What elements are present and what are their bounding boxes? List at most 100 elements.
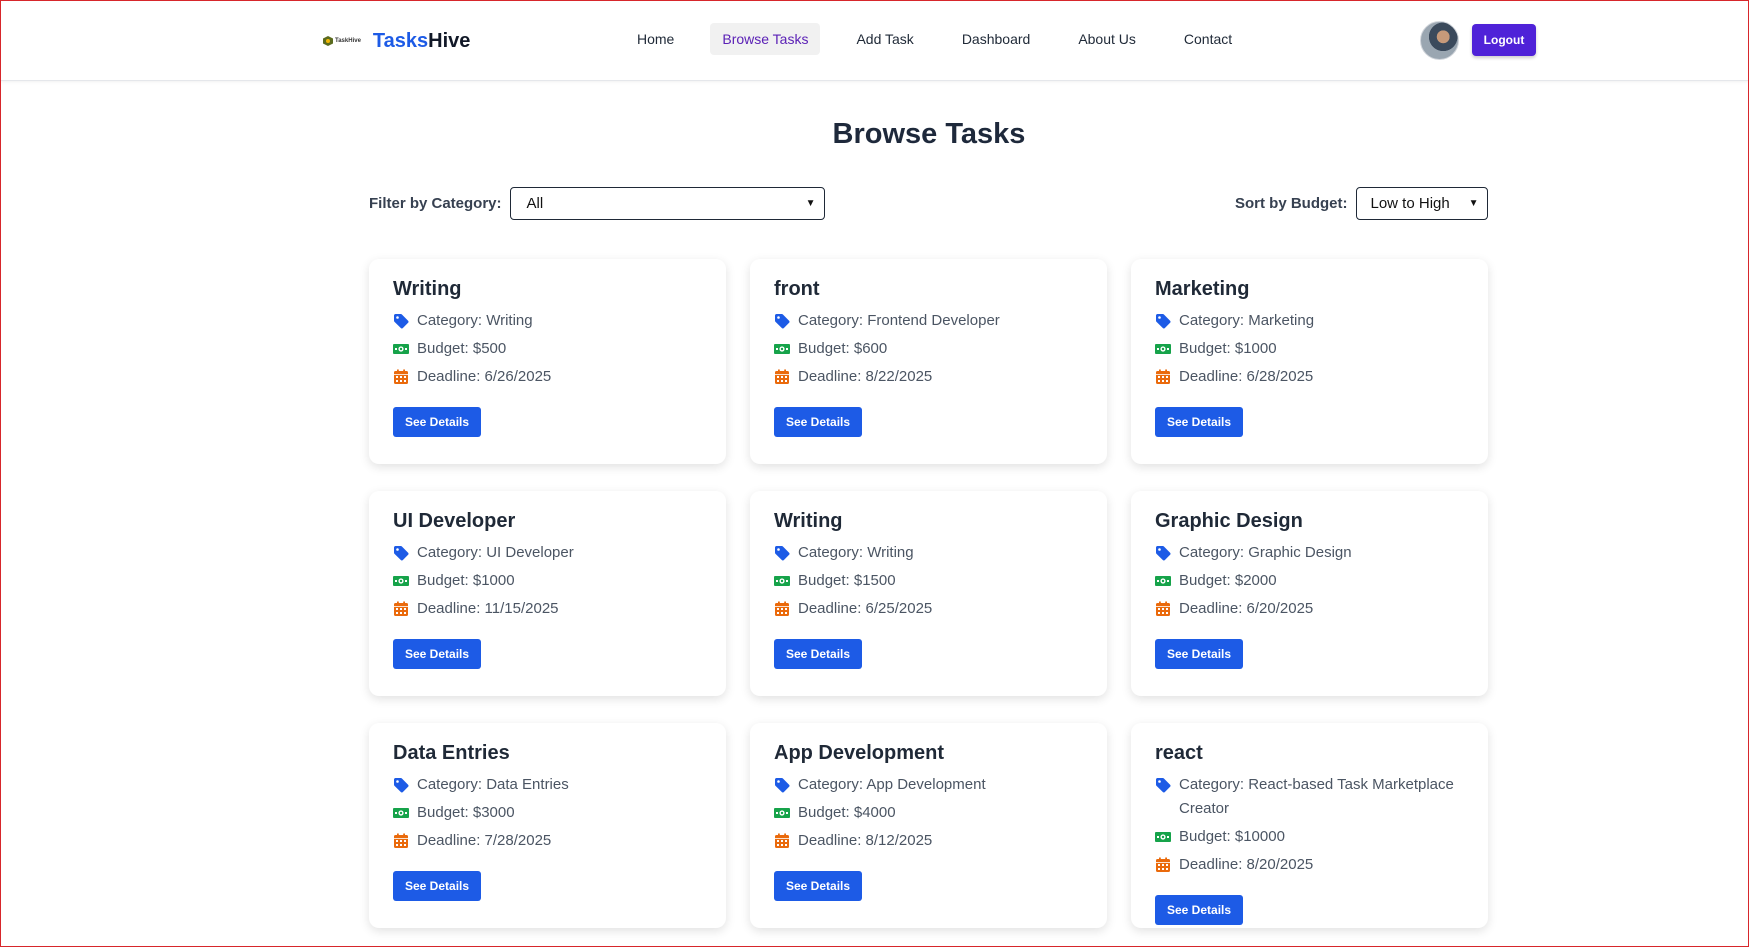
money-icon <box>1155 576 1171 586</box>
nav-contact[interactable]: Contact <box>1172 23 1244 55</box>
calendar-icon <box>775 369 789 384</box>
tag-icon <box>1156 546 1171 561</box>
money-icon <box>393 576 409 586</box>
sort-label: Sort by Budget: <box>1235 195 1348 212</box>
task-budget-text: Budget: $3000 <box>417 804 515 821</box>
logout-button[interactable]: Logout <box>1472 24 1536 56</box>
task-deadline-text: Deadline: 6/20/2025 <box>1179 600 1314 617</box>
nav-add-task[interactable]: Add Task <box>844 23 925 55</box>
task-card: Marketing Category: Marketing Budget: $1… <box>1131 259 1488 464</box>
task-card: UI Developer Category: UI Developer Budg… <box>369 491 726 696</box>
task-deadline-text: Deadline: 8/20/2025 <box>1179 856 1314 873</box>
brand-name-part1: Tasks <box>372 29 429 52</box>
see-details-button[interactable]: See Details <box>1155 639 1244 669</box>
task-category-text: Category: UI Developer <box>417 544 574 561</box>
budget-sort-value: Low to High <box>1370 195 1450 212</box>
task-budget-text: Budget: $10000 <box>1179 828 1285 845</box>
task-title: Data Entries <box>393 742 510 764</box>
chevron-down-icon: ▼ <box>805 198 816 209</box>
task-budget: Budget: $500 <box>393 337 702 361</box>
task-category-text: Category: Writing <box>798 544 914 561</box>
money-icon <box>774 576 790 586</box>
category-select-value: All <box>526 195 544 212</box>
nav-about-us[interactable]: About Us <box>1066 23 1148 55</box>
nav-home[interactable]: Home <box>625 23 686 55</box>
tag-icon <box>394 546 409 561</box>
task-budget: Budget: $1500 <box>774 569 1083 593</box>
money-icon <box>1155 832 1171 842</box>
see-details-button[interactable]: See Details <box>393 871 482 901</box>
see-details-button[interactable]: See Details <box>393 639 482 669</box>
task-budget: Budget: $1000 <box>393 569 702 593</box>
see-details-button[interactable]: See Details <box>774 639 863 669</box>
task-grid: Writing Category: Writing Budget: $500 D… <box>369 259 1488 928</box>
task-budget-text: Budget: $1500 <box>798 572 896 589</box>
tag-icon <box>775 546 790 561</box>
task-deadline-text: Deadline: 6/28/2025 <box>1179 368 1314 385</box>
brand[interactable]: TaskHive TasksHive <box>323 27 470 55</box>
tag-icon <box>775 314 790 329</box>
money-icon <box>774 344 790 354</box>
task-budget: Budget: $3000 <box>393 801 702 825</box>
task-card: Writing Category: Writing Budget: $1500 … <box>750 491 1107 696</box>
budget-sort-select[interactable]: Low to High ▼ <box>1355 187 1488 220</box>
task-category: Category: Writing <box>393 309 702 333</box>
task-deadline-text: Deadline: 6/26/2025 <box>417 368 552 385</box>
hive-logo-icon <box>323 36 333 46</box>
budget-sort: Sort by Budget: Low to High ▼ <box>1235 187 1488 220</box>
task-category-text: Category: Marketing <box>1179 312 1315 329</box>
see-details-button[interactable]: See Details <box>393 407 482 437</box>
see-details-button[interactable]: See Details <box>1155 895 1244 925</box>
task-title: front <box>774 278 820 300</box>
money-icon <box>1155 344 1171 354</box>
brand-name-part2: Hive <box>428 29 471 52</box>
task-budget-text: Budget: $2000 <box>1179 572 1277 589</box>
task-category-text: Category: App Development <box>798 776 986 793</box>
nav-dashboard[interactable]: Dashboard <box>950 23 1043 55</box>
logo-text: TaskHive <box>335 38 361 44</box>
user-avatar[interactable] <box>1420 21 1459 60</box>
task-deadline: Deadline: 6/20/2025 <box>1155 597 1464 621</box>
see-details-button[interactable]: See Details <box>1155 407 1244 437</box>
category-select[interactable]: All ▼ <box>509 187 825 220</box>
task-deadline: Deadline: 8/20/2025 <box>1155 853 1464 877</box>
task-deadline: Deadline: 6/25/2025 <box>774 597 1083 621</box>
task-deadline-text: Deadline: 8/22/2025 <box>798 368 933 385</box>
tag-icon <box>394 778 409 793</box>
task-category-text: Category: React-based Task Marketplace C… <box>1179 776 1454 817</box>
task-budget-text: Budget: $600 <box>798 340 888 357</box>
money-icon <box>393 808 409 818</box>
navbar: TaskHive TasksHive Home Browse Tasks Add… <box>0 0 1749 81</box>
calendar-icon <box>394 369 408 384</box>
tag-icon <box>1156 778 1171 793</box>
task-category-text: Category: Frontend Developer <box>798 312 1000 329</box>
task-title: Graphic Design <box>1155 510 1303 532</box>
task-card: App Development Category: App Developmen… <box>750 723 1107 928</box>
task-title: Marketing <box>1155 278 1250 300</box>
brand-logo: TaskHive <box>323 36 361 46</box>
task-title: Writing <box>774 510 843 532</box>
task-category: Category: Data Entries <box>393 773 702 797</box>
see-details-button[interactable]: See Details <box>774 407 863 437</box>
nav-browse-tasks[interactable]: Browse Tasks <box>710 23 821 55</box>
task-budget-text: Budget: $1000 <box>417 572 515 589</box>
task-deadline-text: Deadline: 6/25/2025 <box>798 600 933 617</box>
tag-icon <box>1156 314 1171 329</box>
task-category: Category: Frontend Developer <box>774 309 1083 333</box>
calendar-icon <box>1156 369 1170 384</box>
task-category: Category: React-based Task Marketplace C… <box>1155 773 1464 821</box>
task-budget: Budget: $2000 <box>1155 569 1464 593</box>
task-budget: Budget: $1000 <box>1155 337 1464 361</box>
calendar-icon <box>775 601 789 616</box>
task-deadline: Deadline: 8/22/2025 <box>774 365 1083 389</box>
calendar-icon <box>394 601 408 616</box>
task-deadline-text: Deadline: 8/12/2025 <box>798 832 933 849</box>
see-details-button[interactable]: See Details <box>774 871 863 901</box>
task-category-text: Category: Writing <box>417 312 533 329</box>
task-deadline: Deadline: 8/12/2025 <box>774 829 1083 853</box>
task-title: react <box>1155 742 1203 764</box>
task-budget-text: Budget: $4000 <box>798 804 896 821</box>
task-budget: Budget: $4000 <box>774 801 1083 825</box>
task-title: Writing <box>393 278 462 300</box>
task-deadline: Deadline: 11/15/2025 <box>393 597 702 621</box>
